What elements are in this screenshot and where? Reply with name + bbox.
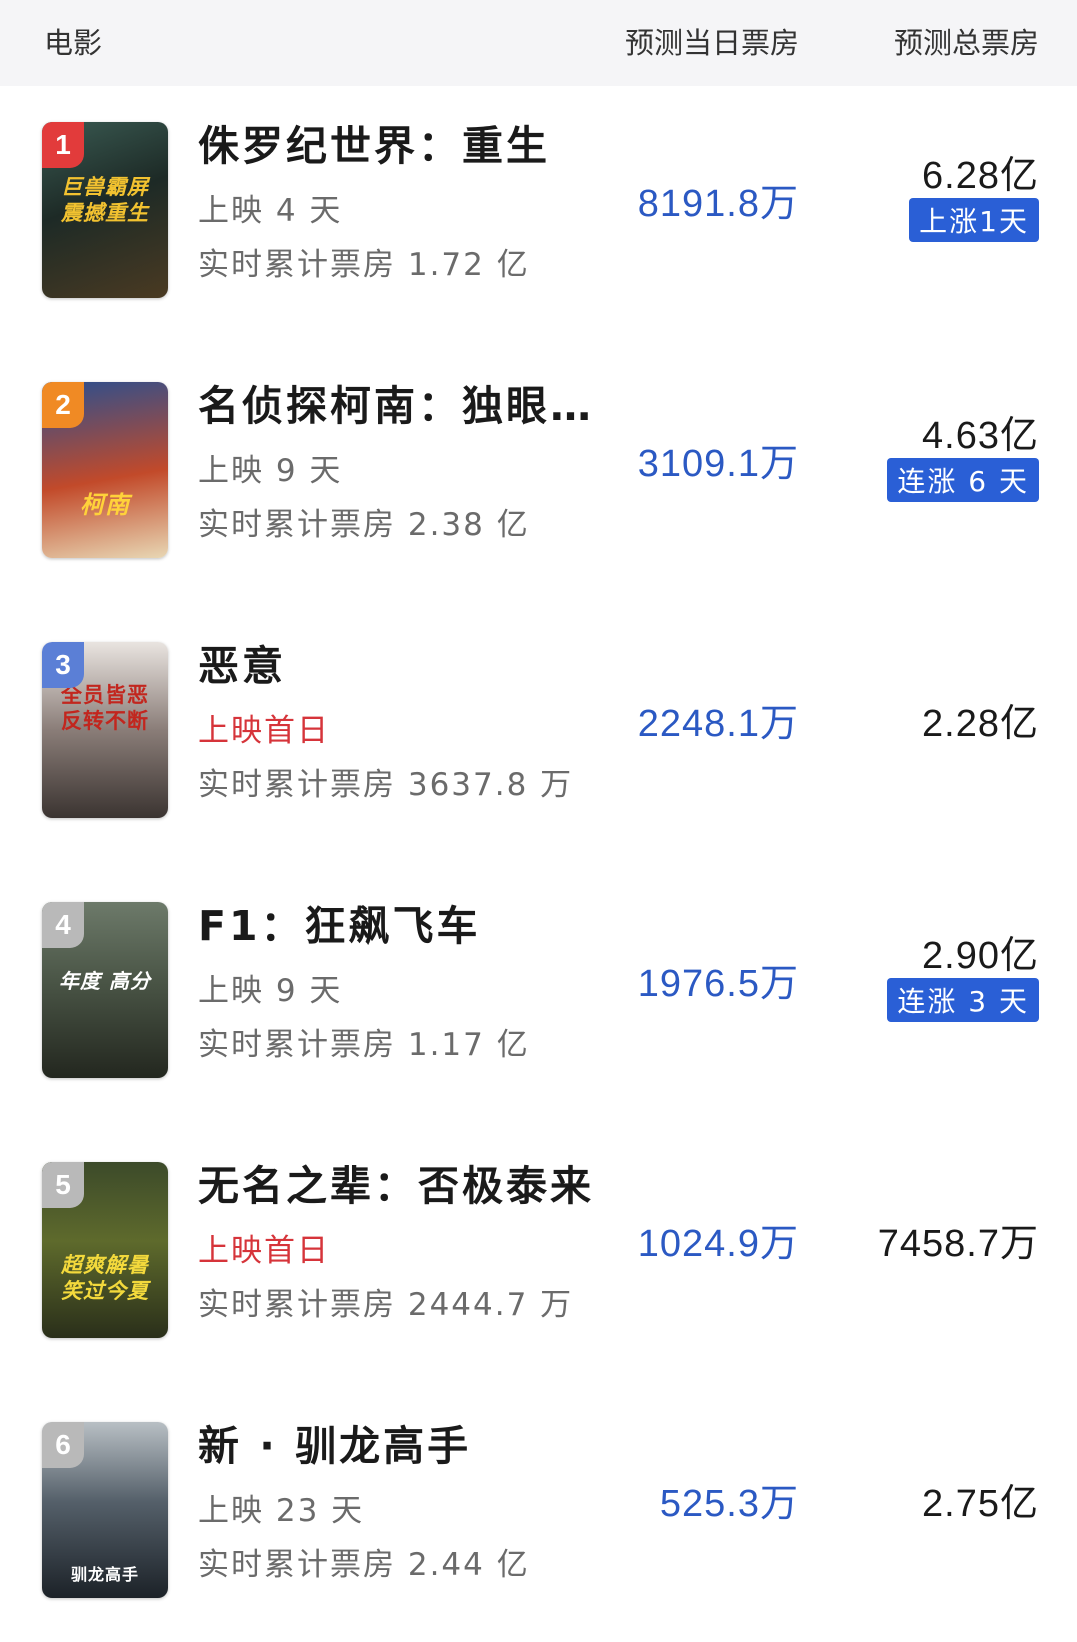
poster-text: 全员皆恶 反转不断 [61, 682, 149, 733]
movie-poster[interactable]: 驯龙高手 6 [42, 1422, 168, 1598]
poster-text: 超爽解暑 笑过今夏 [61, 1252, 149, 1303]
total-forecast-value: 6.28亿 [922, 155, 1039, 197]
today-forecast-value: 1976.5万 [637, 963, 799, 1005]
header-movie: 电影 [44, 26, 103, 60]
release-days: 上映 23 天 [198, 1493, 365, 1529]
movie-title[interactable]: 侏罗纪世界：重生 [198, 112, 550, 172]
movie-title[interactable]: F1：狂飙飞车 [198, 892, 481, 952]
cumulative-box-office: 实时累计票房 3637.8 万 [198, 767, 574, 803]
poster-text: 巨兽霸屏 震撼重生 [61, 174, 149, 225]
table-header: 电影 预测当日票房 预测总票房 [0, 0, 1077, 86]
header-today-forecast[interactable]: 预测当日票房 [625, 20, 799, 62]
release-days: 上映 9 天 [198, 973, 343, 1009]
release-days: 上映首日 [198, 1233, 330, 1269]
today-forecast-value: 2248.1万 [637, 703, 799, 745]
movie-poster[interactable]: 柯南 2 [42, 382, 168, 558]
movie-title[interactable]: 恶意 [198, 632, 286, 692]
total-forecast-value: 7458.7万 [877, 1223, 1039, 1265]
trend-badge: 连涨 3 天 [887, 978, 1039, 1022]
release-days: 上映 4 天 [198, 193, 343, 229]
total-forecast-value: 2.28亿 [922, 703, 1039, 745]
total-forecast-value: 4.63亿 [922, 415, 1039, 457]
trend-badge: 上涨1天 [909, 198, 1039, 242]
movie-title[interactable]: 名侦探柯南：独眼… [198, 372, 594, 432]
today-forecast-value: 1024.9万 [637, 1223, 799, 1265]
movie-title[interactable]: 无名之辈：否极泰来 [198, 1152, 594, 1212]
today-forecast-value: 525.3万 [659, 1483, 799, 1525]
poster-text: 柯南 [80, 490, 130, 519]
table-row[interactable]: 年度 高分 4 F1：狂飙飞车 上映 9 天 实时累计票房 1.17 亿 197… [0, 862, 1077, 1122]
movie-poster[interactable]: 年度 高分 4 [42, 902, 168, 1078]
movie-title[interactable]: 新 · 驯龙高手 [198, 1412, 471, 1472]
table-row[interactable]: 驯龙高手 6 新 · 驯龙高手 上映 23 天 实时累计票房 2.44 亿 52… [0, 1382, 1077, 1642]
rank-badge: 5 [42, 1162, 84, 1208]
today-forecast-value: 3109.1万 [637, 443, 799, 485]
total-forecast-value: 2.75亿 [922, 1483, 1039, 1525]
table-row[interactable]: 柯南 2 名侦探柯南：独眼… 上映 9 天 实时累计票房 2.38 亿 3109… [0, 342, 1077, 602]
cumulative-box-office: 实时累计票房 2.44 亿 [198, 1547, 530, 1583]
cumulative-box-office: 实时累计票房 2.38 亿 [198, 507, 530, 543]
rank-badge: 3 [42, 642, 84, 688]
rank-badge: 6 [42, 1422, 84, 1468]
table-row[interactable]: 超爽解暑 笑过今夏 5 无名之辈：否极泰来 上映首日 实时累计票房 2444.7 … [0, 1122, 1077, 1382]
rank-badge: 1 [42, 122, 84, 168]
cumulative-box-office: 实时累计票房 2444.7 万 [198, 1287, 574, 1323]
header-total-forecast[interactable]: 预测总票房 [894, 20, 1039, 62]
cumulative-box-office: 实时累计票房 1.17 亿 [198, 1027, 530, 1063]
movie-poster[interactable]: 全员皆恶 反转不断 3 [42, 642, 168, 818]
trend-badge: 连涨 6 天 [887, 458, 1039, 502]
today-forecast-value: 8191.8万 [637, 183, 799, 225]
poster-text: 年度 高分 [59, 969, 151, 993]
table-row[interactable]: 全员皆恶 反转不断 3 恶意 上映首日 实时累计票房 3637.8 万 2248.… [0, 602, 1077, 862]
rank-badge: 4 [42, 902, 84, 948]
movie-poster[interactable]: 超爽解暑 笑过今夏 5 [42, 1162, 168, 1338]
cumulative-box-office: 实时累计票房 1.72 亿 [198, 247, 530, 283]
table-row[interactable]: 巨兽霸屏 震撼重生 1 侏罗纪世界：重生 上映 4 天 实时累计票房 1.72 亿… [0, 82, 1077, 342]
movie-poster[interactable]: 巨兽霸屏 震撼重生 1 [42, 122, 168, 298]
total-forecast-value: 2.90亿 [922, 935, 1039, 977]
poster-text: 驯龙高手 [70, 1565, 139, 1584]
release-days: 上映 9 天 [198, 453, 343, 489]
release-days: 上映首日 [198, 713, 330, 749]
rank-badge: 2 [42, 382, 84, 428]
